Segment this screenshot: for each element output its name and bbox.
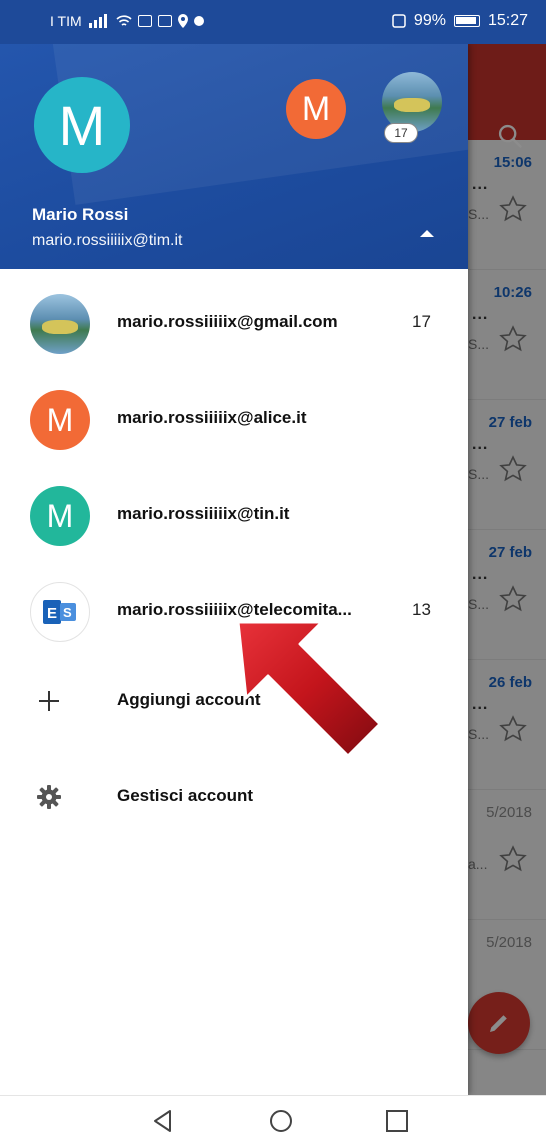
account-item-count: 17 [412, 312, 431, 331]
exchange-avatar: E S [30, 582, 90, 642]
account-item-email: mario.rossiiiiix@gmail.com [117, 312, 338, 331]
clock: 15:27 [487, 12, 528, 29]
plus-icon [39, 691, 59, 711]
account-drawer: M M 17 Mario Rossi mario.rossiiiiix@tim.… [0, 44, 468, 1095]
recents-icon[interactable] [384, 1108, 410, 1134]
status-bar: I TIM 99% 15:27 [0, 0, 546, 44]
account-list-toggle[interactable] [414, 224, 440, 242]
letter-avatar: M [30, 486, 90, 546]
svg-text:E: E [47, 605, 57, 622]
photo-avatar [30, 294, 90, 354]
pointer-arrow-annotation [236, 620, 382, 758]
account-item-count: 13 [412, 600, 431, 619]
app-notification-icon [193, 16, 204, 26]
letter-avatar: M [30, 390, 90, 450]
nfc-icon [392, 14, 406, 28]
account-email: mario.rossiiiiix@tim.it [32, 232, 183, 249]
current-account-avatar[interactable]: M [34, 77, 130, 173]
signal-icon [88, 14, 107, 28]
account-item-gmail[interactable]: mario.rossiiiiix@gmail.com 17 [0, 270, 468, 366]
account-name: Mario Rossi [32, 205, 129, 224]
account-item-tin[interactable]: M mario.rossiiiiix@tin.it [0, 462, 468, 558]
status-left-group: I TIM [50, 13, 204, 29]
back-icon[interactable] [150, 1108, 176, 1134]
status-right-group: 99% 15:27 [392, 12, 528, 30]
svg-text:S: S [63, 605, 72, 620]
location-icon [177, 14, 188, 28]
mail-icon [157, 15, 172, 27]
caret-up-icon [420, 230, 434, 237]
manage-accounts-button[interactable]: Gestisci account [0, 768, 468, 828]
switch-account-avatar[interactable]: M [286, 79, 346, 139]
carrier-label: I TIM [50, 13, 82, 29]
drawer-header: M M 17 Mario Rossi mario.rossiiiiix@tim.… [0, 44, 468, 269]
manage-accounts-label: Gestisci account [117, 786, 254, 805]
wifi-icon [116, 15, 132, 26]
exchange-icon: E S [43, 600, 76, 624]
account-item-email: mario.rossiiiiix@tin.it [117, 504, 290, 523]
account-item-email: mario.rossiiiiix@alice.it [117, 408, 307, 427]
battery-icon [453, 15, 480, 27]
gallery-icon [137, 15, 152, 27]
account-item-alice[interactable]: M mario.rossiiiiix@alice.it [0, 366, 468, 462]
gear-icon [37, 785, 61, 809]
battery-percent: 99% [413, 12, 446, 29]
system-nav-bar [0, 1095, 546, 1145]
unread-count-badge: 17 [384, 123, 418, 143]
home-icon[interactable] [268, 1108, 294, 1134]
